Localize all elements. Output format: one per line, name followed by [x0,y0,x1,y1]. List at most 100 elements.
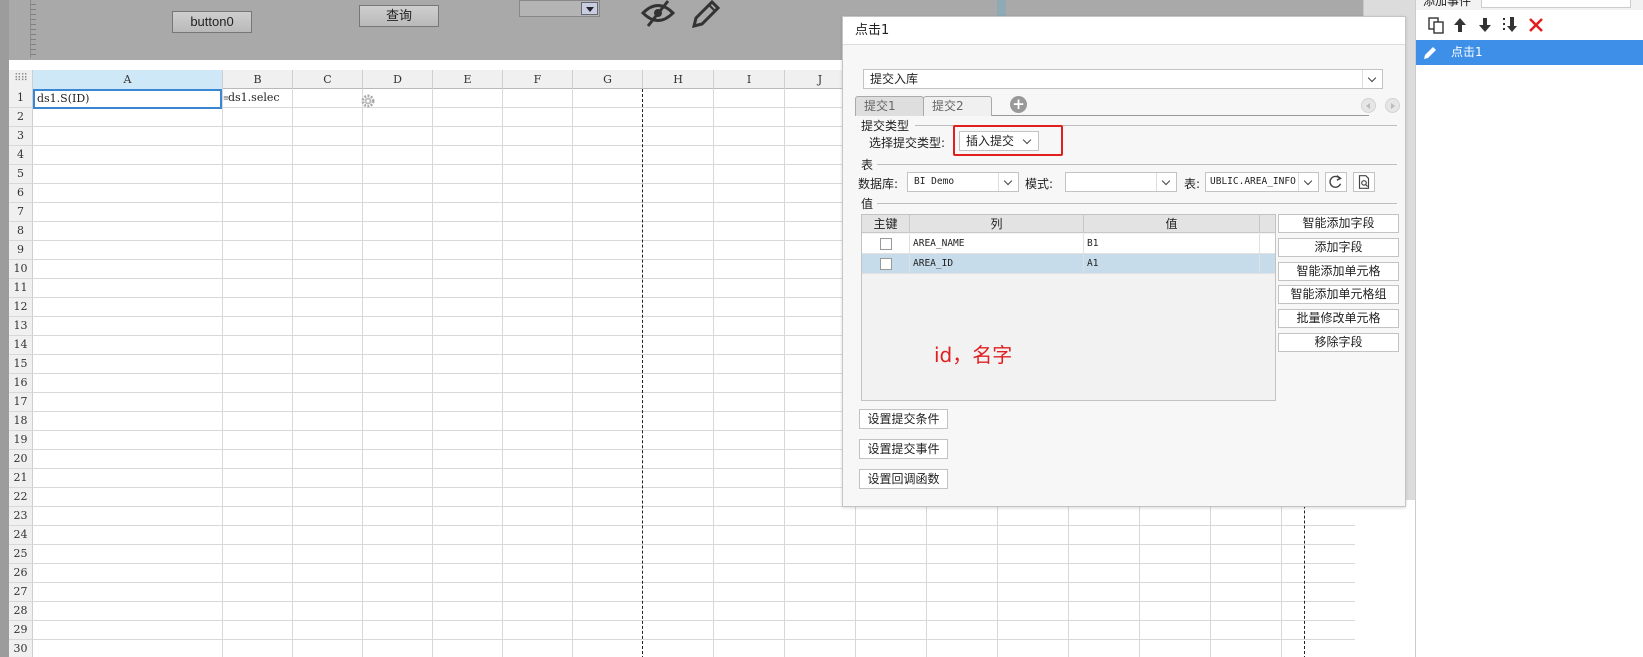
row-header[interactable]: 4 [9,146,33,165]
row-header[interactable]: 19 [9,431,33,450]
column-header-c[interactable]: C [293,70,363,89]
row-header[interactable]: 1 [9,89,33,108]
row-header[interactable]: 28 [9,602,33,621]
select-all-icon[interactable]: ⠿⠿ [9,70,33,89]
chevron-down-icon[interactable] [1298,173,1318,191]
row-header[interactable]: 30 [9,640,33,657]
row-header[interactable]: 8 [9,222,33,241]
row-header[interactable]: 22 [9,488,33,507]
delete-icon[interactable] [1526,15,1546,35]
row-header[interactable]: 24 [9,526,33,545]
edit-icon[interactable] [1422,45,1438,61]
submit-type-select[interactable]: 插入提交 [959,131,1039,151]
tab-prev-icon[interactable] [1361,98,1376,113]
move-down-icon[interactable] [1475,15,1495,35]
cell-a1[interactable]: ds1.S(ID) [33,89,222,109]
row-header[interactable]: 18 [9,412,33,431]
tab-submit-1[interactable]: 提交1 [855,96,924,116]
smart-add-cell-group-button[interactable]: 智能添加单元格组 [1278,285,1399,304]
row-header[interactable]: 21 [9,469,33,488]
event-type-input[interactable] [1481,0,1631,8]
chevron-down-icon[interactable] [1362,70,1382,88]
batch-modify-cells-button[interactable]: 批量修改单元格 [1278,309,1399,328]
grid-line [432,89,433,657]
preview-table-icon[interactable] [1353,172,1375,192]
database-label: 数据库: [858,177,899,191]
table-value: UBLIC.AREA_INFO [1210,176,1296,187]
submit-settings-dialog: 点击1 提交入库 提交1 提交2 + 提交类型 选择提交类型: 插入提交 表 数… [842,16,1406,507]
row-header[interactable]: 29 [9,621,33,640]
dropdown-arrow-icon[interactable] [581,2,598,15]
set-submit-event-button[interactable]: 设置提交事件 [859,439,948,459]
column-cell[interactable]: AREA_ID [910,254,1084,274]
set-submit-condition-button[interactable]: 设置提交条件 [859,409,948,429]
gear-icon[interactable] [361,94,375,108]
row-header[interactable]: 20 [9,450,33,469]
add-field-button[interactable]: 添加字段 [1278,238,1399,257]
value-cell[interactable]: B1 [1084,234,1260,254]
key-checkbox[interactable] [880,258,892,270]
column-header-f[interactable]: F [503,70,573,89]
hidden-eye-icon[interactable] [640,0,676,28]
row-header[interactable]: 27 [9,583,33,602]
cell-a1-text: ds1.S(ID) [37,92,90,105]
row-header[interactable]: 23 [9,507,33,526]
edit-pen-icon[interactable] [690,0,722,28]
row-header[interactable]: 5 [9,165,33,184]
column-header-i[interactable]: I [714,70,785,89]
value-cell[interactable]: A1 [1084,254,1260,274]
dropdown-widget[interactable] [519,0,600,17]
row-header[interactable]: 11 [9,279,33,298]
chevron-down-icon[interactable] [998,173,1018,191]
row-header[interactable]: 17 [9,393,33,412]
row-header[interactable]: 9 [9,241,33,260]
schema-select[interactable] [1065,172,1177,192]
column-header-d[interactable]: D [363,70,433,89]
column-header-g[interactable]: G [573,70,643,89]
row-header[interactable]: 3 [9,127,33,146]
row-header[interactable]: 16 [9,374,33,393]
move-to-bottom-icon[interactable] [1500,15,1520,35]
row-header[interactable]: 14 [9,336,33,355]
row-header[interactable]: 13 [9,317,33,336]
row-header[interactable]: 12 [9,298,33,317]
event-list-item[interactable]: 点击1 [1416,40,1643,65]
column-header-e[interactable]: E [433,70,503,89]
row-header[interactable]: 7 [9,203,33,222]
row-header[interactable]: 6 [9,184,33,203]
tab-next-icon[interactable] [1385,98,1400,113]
column-header-h[interactable]: H [643,70,714,89]
remove-field-button[interactable]: 移除字段 [1278,333,1399,352]
add-tab-icon[interactable]: + [1010,96,1027,113]
column-header-a[interactable]: A [33,70,223,89]
smart-add-cell-button[interactable]: 智能添加单元格 [1278,262,1399,281]
copy-icon[interactable] [1426,15,1446,35]
database-select[interactable]: BI Demo [907,172,1019,192]
row-header[interactable]: 15 [9,355,33,374]
vertical-ruler [30,0,38,58]
row-headers: 1 2 3 4 5 6 7 8 9 10 11 12 13 14 15 16 17 18 19 20 21 22 23 24 2… [9,89,33,657]
grid-line [502,89,503,657]
action-type-value: 提交入库 [870,72,919,86]
row-header[interactable]: 25 [9,545,33,564]
set-callback-function-button[interactable]: 设置回调函数 [859,469,948,489]
action-type-select[interactable]: 提交入库 [863,69,1383,89]
cell-b1[interactable]: ≡ ds1.selec [223,89,293,108]
table-row[interactable]: AREA_NAME B1 [862,234,1275,254]
chevron-down-icon[interactable] [1018,132,1038,150]
tab-submit-2[interactable]: 提交2 [923,96,992,116]
chevron-down-icon[interactable] [1156,173,1176,191]
button0-widget[interactable]: button0 [172,11,252,33]
row-header[interactable]: 2 [9,108,33,127]
column-header-b[interactable]: B [223,70,293,89]
table-select[interactable]: UBLIC.AREA_INFO [1205,172,1319,192]
table-row[interactable]: AREA_ID A1 [862,254,1275,274]
move-up-icon[interactable] [1450,15,1470,35]
row-header[interactable]: 26 [9,564,33,583]
column-cell[interactable]: AREA_NAME [910,234,1084,254]
refresh-icon[interactable] [1325,172,1347,192]
key-checkbox[interactable] [880,238,892,250]
row-header[interactable]: 10 [9,260,33,279]
smart-add-field-button[interactable]: 智能添加字段 [1278,214,1399,233]
query-button[interactable]: 查询 [359,5,439,27]
